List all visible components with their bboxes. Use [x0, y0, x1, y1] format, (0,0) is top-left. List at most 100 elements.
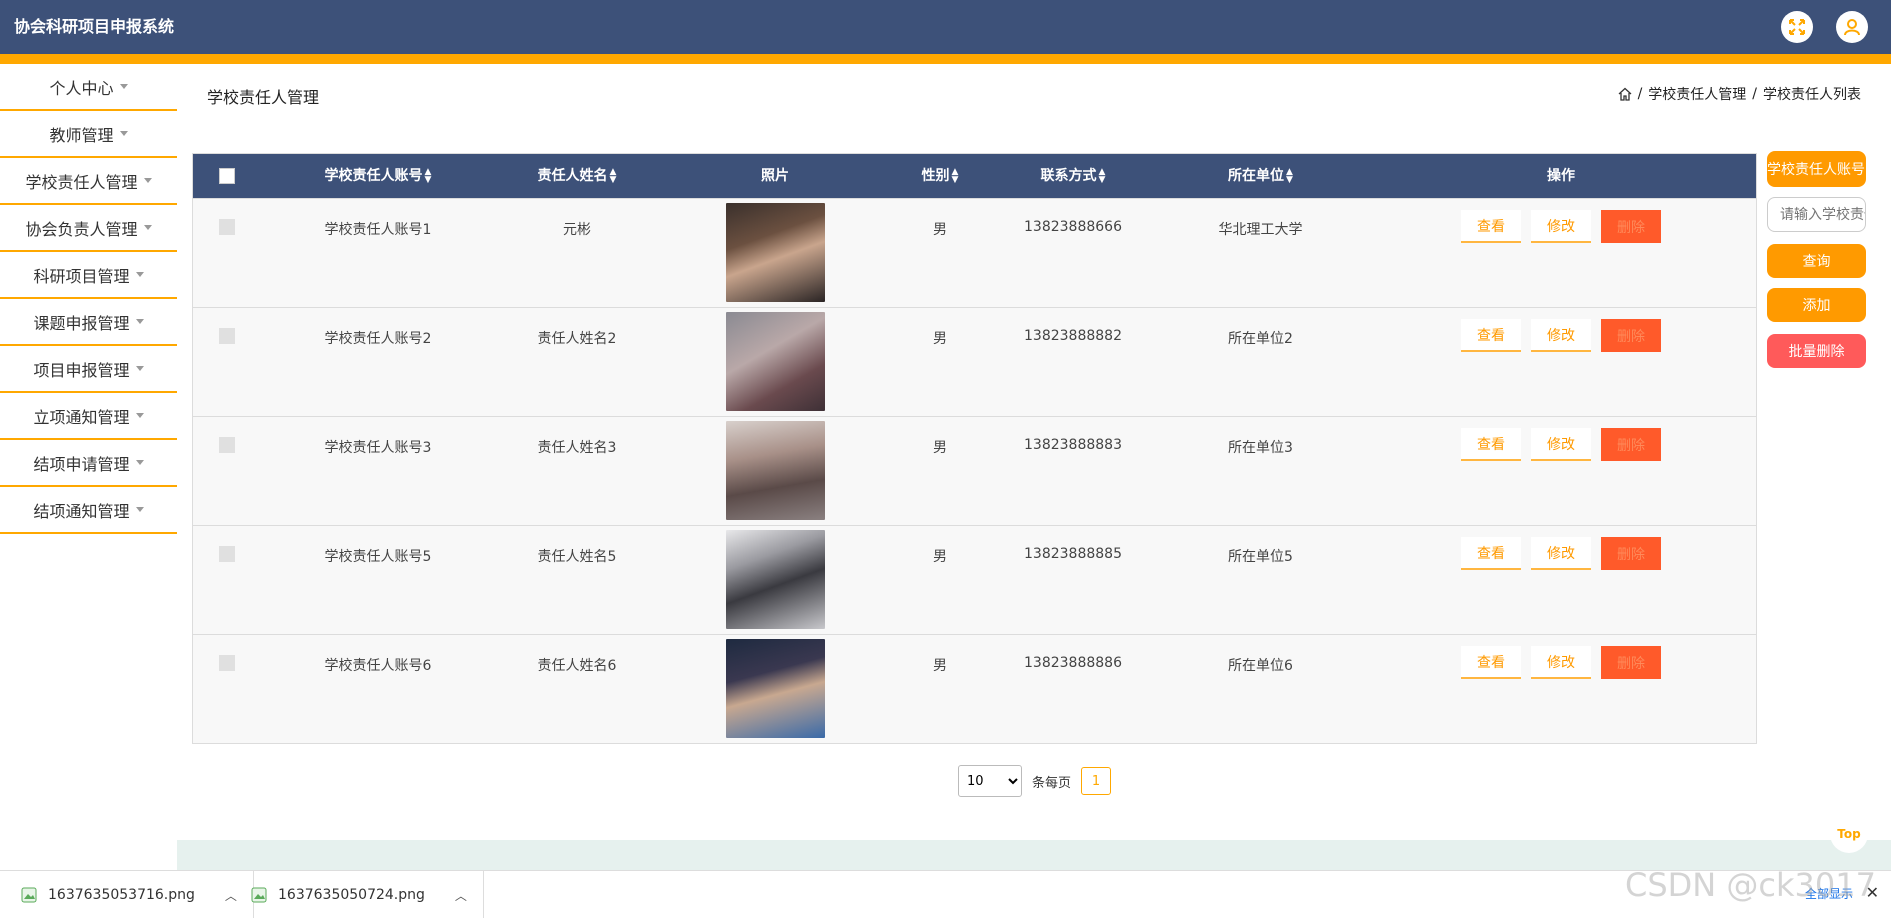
sidebar-item-label: 学校责任人管理: [25, 172, 138, 192]
table-row: 学校责任人账号6 责任人姓名6 男 13823888886 所在单位6 查看 修…: [193, 634, 1756, 743]
sidebar-item-label: 协会负责人管理: [25, 219, 138, 239]
sidebar-item-label: 结项申请管理: [33, 454, 130, 474]
sidebar: 个人中心 教师管理 学校责任人管理 协会负责人管理 科研项目管理 课题申报管理 …: [0, 64, 177, 534]
view-button[interactable]: 查看: [1461, 537, 1521, 570]
row-checkbox[interactable]: [219, 328, 235, 344]
per-page-label: 条每页: [1032, 775, 1072, 791]
chevron-up-icon[interactable]: ︿: [455, 887, 467, 904]
breadcrumb-level2: 学校责任人列表: [1763, 87, 1861, 103]
avatar-photo[interactable]: [725, 421, 825, 520]
select-all-checkbox[interactable]: [219, 168, 235, 184]
sidebar-item-label: 立项通知管理: [33, 407, 130, 427]
sidebar-item-topic-applications[interactable]: 课题申报管理: [0, 299, 177, 346]
edit-button[interactable]: 修改: [1531, 537, 1591, 570]
header-phone-label: 联系方式: [1040, 168, 1097, 184]
delete-button[interactable]: 删除: [1601, 210, 1661, 243]
sort-icon: ▲ ▼: [1286, 167, 1293, 185]
cell-account: 学校责任人账号5: [324, 549, 432, 565]
batch-delete-button[interactable]: 批量删除: [1767, 334, 1866, 368]
delete-button[interactable]: 删除: [1601, 646, 1661, 679]
sidebar-item-teachers[interactable]: 教师管理: [0, 111, 177, 158]
sidebar-item-label: 结项通知管理: [33, 501, 130, 521]
row-checkbox[interactable]: [219, 655, 235, 671]
sidebar-item-personal-center[interactable]: 个人中心: [0, 64, 177, 111]
sidebar-item-completion-notices[interactable]: 结项通知管理: [0, 487, 177, 534]
sidebar-item-association-responsible[interactable]: 协会负责人管理: [0, 205, 177, 252]
image-file-icon: [251, 887, 267, 903]
avatar-photo[interactable]: [725, 639, 825, 738]
caret-down-icon: [135, 366, 144, 371]
row-checkbox[interactable]: [219, 546, 235, 562]
sidebar-item-label: 项目申报管理: [33, 360, 130, 380]
header-accent-bar: [0, 54, 1891, 64]
cell-photo: [659, 199, 891, 307]
delete-button[interactable]: 删除: [1601, 428, 1661, 461]
page-number-current[interactable]: 1: [1081, 767, 1112, 795]
cell-account: 学校责任人账号2: [324, 331, 432, 347]
back-to-top-button[interactable]: Top: [1830, 815, 1868, 853]
avatar-photo[interactable]: [725, 530, 825, 629]
row-checkbox-cell: [193, 308, 261, 416]
header-sex-label: 性别: [921, 168, 950, 184]
sidebar-item-approval-notices[interactable]: 立项通知管理: [0, 393, 177, 440]
download-item[interactable]: 1637635050724.png ︿: [250, 871, 484, 918]
download-filename: 1637635050724.png: [278, 887, 425, 903]
cell-photo: [659, 635, 891, 743]
sidebar-item-project-applications[interactable]: 项目申报管理: [0, 346, 177, 393]
header-name[interactable]: 责任人姓名 ▲ ▼: [495, 154, 659, 198]
query-button[interactable]: 查询: [1767, 244, 1866, 278]
cell-phone: 13823888883: [1024, 437, 1122, 453]
caret-down-icon: [119, 84, 128, 89]
chevron-up-icon[interactable]: ︿: [225, 887, 237, 904]
breadcrumb-level1[interactable]: 学校责任人管理: [1648, 84, 1746, 104]
sidebar-item-school-responsible[interactable]: 学校责任人管理: [0, 158, 177, 205]
sidebar-item-completion-applications[interactable]: 结项申请管理: [0, 440, 177, 487]
pagination: 10 条每页 1: [958, 765, 1112, 797]
header-unit[interactable]: 所在单位 ▲ ▼: [1157, 154, 1364, 198]
row-checkbox-cell: [193, 635, 261, 743]
delete-button[interactable]: 删除: [1601, 319, 1661, 352]
view-button[interactable]: 查看: [1461, 210, 1521, 243]
table-row: 学校责任人账号1 元彬 男 13823888666 华北理工大学 查看 修改 删…: [193, 198, 1756, 307]
sort-icon: ▲ ▼: [424, 167, 432, 185]
user-avatar-icon[interactable]: [1836, 11, 1868, 43]
delete-button[interactable]: 删除: [1601, 537, 1661, 570]
page-title: 学校责任人管理: [207, 88, 320, 107]
header-account[interactable]: 学校责任人账号 ▲ ▼: [261, 154, 495, 198]
header-phone[interactable]: 联系方式 ▲ ▼: [989, 154, 1157, 198]
view-button[interactable]: 查看: [1461, 428, 1521, 461]
add-button[interactable]: 添加: [1767, 288, 1866, 322]
header-account-label: 学校责任人账号: [324, 168, 423, 184]
edit-button[interactable]: 修改: [1531, 428, 1591, 461]
cell-photo: [659, 308, 891, 416]
avatar-photo[interactable]: [725, 312, 825, 411]
caret-down-icon: [135, 460, 144, 465]
select-all-cell: [193, 168, 261, 184]
view-button[interactable]: 查看: [1461, 319, 1521, 352]
avatar-photo[interactable]: [725, 203, 825, 302]
edit-button[interactable]: 修改: [1531, 319, 1591, 352]
page-size-select[interactable]: 10: [958, 765, 1022, 797]
cell-ops: 查看 修改 删除: [1364, 417, 1758, 525]
cell-sex: 男: [933, 549, 947, 565]
edit-button[interactable]: 修改: [1531, 210, 1591, 243]
view-button[interactable]: 查看: [1461, 646, 1521, 679]
sort-icon: ▲ ▼: [1098, 167, 1106, 185]
edit-button[interactable]: 修改: [1531, 646, 1591, 679]
caret-down-icon: [143, 225, 152, 230]
header-sex[interactable]: 性别 ▲ ▼: [891, 154, 989, 198]
cell-account: 学校责任人账号3: [324, 440, 432, 456]
fullscreen-icon[interactable]: [1781, 11, 1813, 43]
cell-unit: 所在单位6: [1228, 658, 1293, 674]
row-checkbox[interactable]: [219, 437, 235, 453]
row-checkbox-cell: [193, 526, 261, 634]
sidebar-item-research-projects[interactable]: 科研项目管理: [0, 252, 177, 299]
home-icon[interactable]: [1618, 87, 1632, 101]
header-ops-label: 操作: [1547, 168, 1575, 184]
search-input[interactable]: [1767, 197, 1866, 232]
breadcrumb-separator: /: [1752, 86, 1757, 102]
row-checkbox[interactable]: [219, 219, 235, 235]
table-row: 学校责任人账号5 责任人姓名5 男 13823888885 所在单位5 查看 修…: [193, 525, 1756, 634]
cell-unit: 所在单位2: [1228, 331, 1293, 347]
download-item[interactable]: 1637635053716.png ︿: [20, 871, 254, 918]
